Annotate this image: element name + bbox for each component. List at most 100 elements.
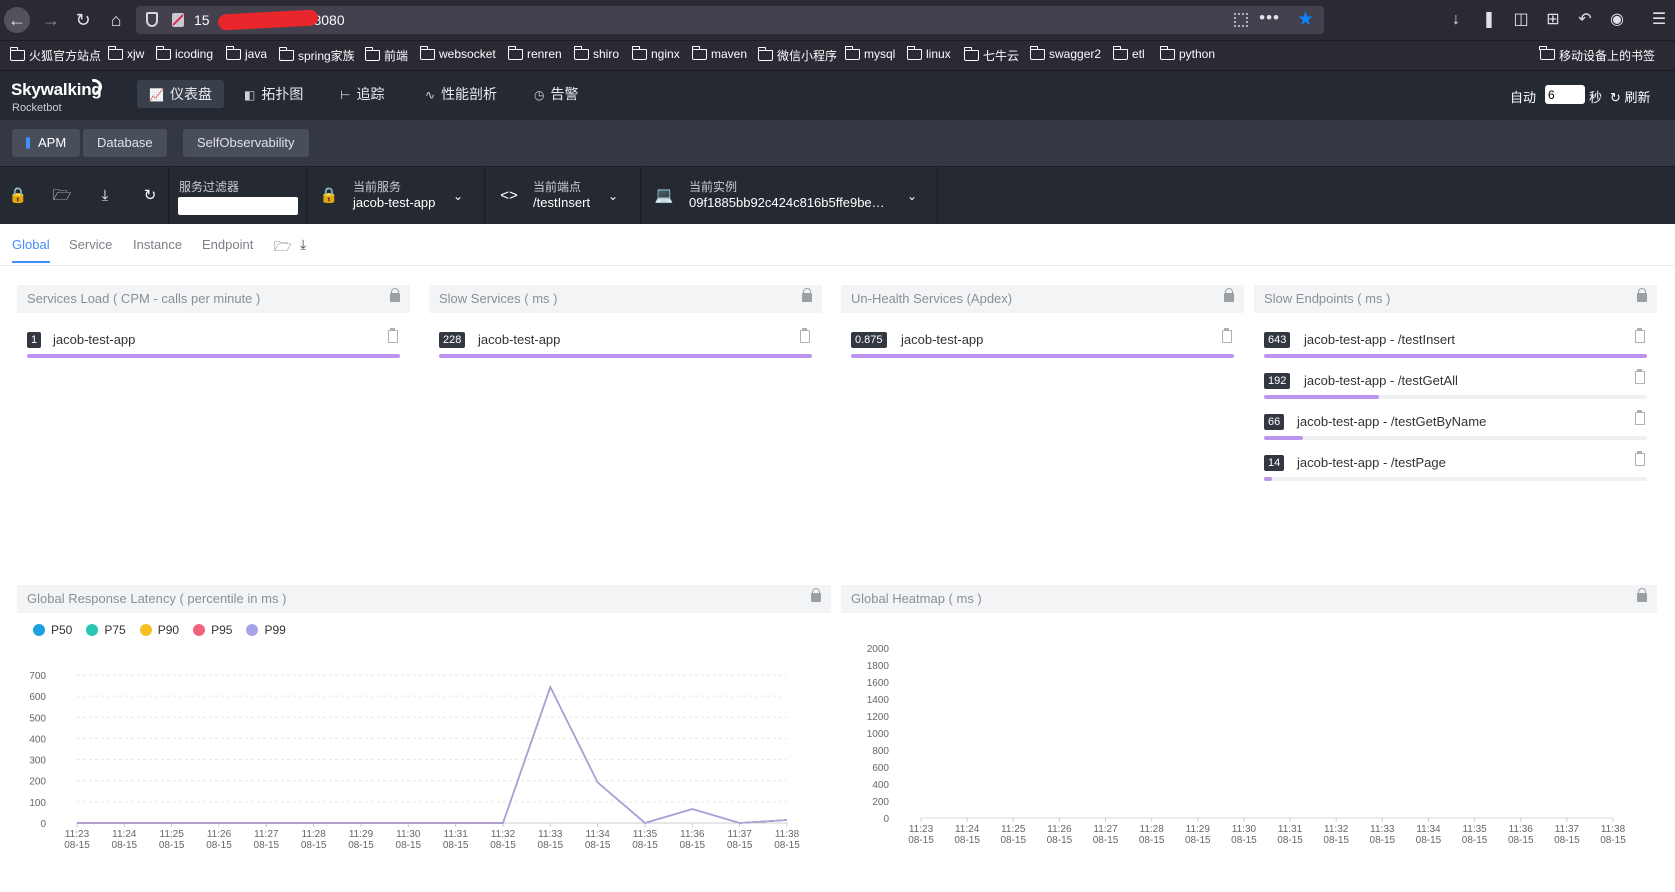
insecure-lock-icon[interactable] bbox=[172, 13, 184, 27]
menu-alarm[interactable]: ◷ 告警 bbox=[522, 80, 590, 108]
folder-icon[interactable]: 🗁 bbox=[274, 236, 291, 260]
refresh-interval-input[interactable] bbox=[1545, 85, 1585, 104]
current-service-select[interactable]: jacob-test-app bbox=[353, 195, 435, 210]
item-name: jacob-test-app - /testGetAll bbox=[1304, 373, 1458, 388]
service-filter-input[interactable] bbox=[178, 197, 298, 215]
qr-code-icon[interactable] bbox=[1234, 13, 1248, 27]
bookmark-folder[interactable]: renren bbox=[507, 45, 562, 61]
tab-instance[interactable]: Instance bbox=[133, 237, 182, 252]
folder-icon bbox=[691, 45, 707, 60]
bookmark-folder[interactable]: swagger2 bbox=[1029, 45, 1101, 61]
tab-selfobservability[interactable]: SelfObservability bbox=[183, 129, 309, 157]
unhealth-services-panel: Un-Health Services (Apdex) 0.875 jacob-t… bbox=[841, 285, 1244, 565]
list-item[interactable]: 0.875 jacob-test-app bbox=[851, 325, 1234, 365]
series-line-p99 bbox=[77, 685, 788, 824]
menu-trace[interactable]: ⊢ 追踪 bbox=[328, 80, 396, 108]
home-icon[interactable]: ⌂ bbox=[103, 7, 129, 33]
folder-open-icon[interactable]: 🗁 bbox=[52, 187, 72, 205]
divider bbox=[937, 167, 938, 225]
bar-fill bbox=[439, 354, 812, 358]
list-item[interactable]: 228 jacob-test-app bbox=[439, 325, 812, 365]
menu-profiling[interactable]: ∿ 性能剖析 bbox=[413, 80, 509, 108]
list-item[interactable]: 66 jacob-test-app - /testGetByName bbox=[1264, 407, 1647, 447]
menu-dashboard[interactable]: 📈 仪表盘 bbox=[137, 80, 224, 108]
clipboard-icon[interactable] bbox=[800, 328, 810, 343]
tab-database[interactable]: Database bbox=[83, 129, 167, 157]
library-icon[interactable]: ❚ bbox=[1478, 9, 1500, 31]
tracking-shield-icon[interactable] bbox=[146, 12, 158, 27]
lock-icon[interactable] bbox=[1224, 288, 1234, 302]
hamburger-menu-icon[interactable]: ☰ bbox=[1648, 9, 1670, 31]
list-item[interactable]: 643 jacob-test-app - /testInsert bbox=[1264, 325, 1647, 365]
list-item[interactable]: 1 jacob-test-app bbox=[27, 325, 400, 365]
folder-icon bbox=[278, 47, 294, 61]
download-icon[interactable]: ⤓ bbox=[300, 236, 306, 253]
bookmark-folder[interactable]: java bbox=[225, 45, 267, 61]
bookmark-folder[interactable]: 前端 bbox=[364, 47, 408, 64]
bookmark-folder[interactable]: 微信小程序 bbox=[757, 47, 837, 64]
lock-icon[interactable] bbox=[1637, 288, 1647, 302]
download-icon[interactable]: ↓ bbox=[1445, 9, 1467, 31]
bookmark-folder[interactable]: nginx bbox=[631, 45, 680, 61]
current-instance-label: 当前实例 bbox=[689, 180, 738, 194]
undo-icon[interactable]: ↶ bbox=[1574, 9, 1596, 31]
list-item[interactable]: 14 jacob-test-app - /testPage bbox=[1264, 448, 1647, 488]
bookmark-folder[interactable]: mysql bbox=[844, 45, 895, 61]
reload-icon[interactable]: ↻ bbox=[140, 187, 160, 205]
screenshot-icon[interactable]: ⊞ bbox=[1542, 9, 1564, 31]
clipboard-icon[interactable] bbox=[1635, 328, 1645, 343]
menu-topology[interactable]: ◧ 拓扑图 bbox=[232, 80, 315, 108]
bookmark-folder[interactable]: xjw bbox=[107, 45, 144, 61]
more-actions-icon[interactable]: ••• bbox=[1259, 8, 1280, 28]
clipboard-icon[interactable] bbox=[1635, 410, 1645, 425]
x-tick-label: 11:34 bbox=[1416, 824, 1441, 835]
chevron-down-icon[interactable]: ⌄ bbox=[907, 189, 917, 203]
list-item[interactable]: 192 jacob-test-app - /testGetAll bbox=[1264, 366, 1647, 406]
clipboard-icon[interactable] bbox=[388, 328, 398, 343]
bookmark-folder[interactable]: maven bbox=[691, 45, 747, 61]
chevron-down-icon[interactable]: ⌄ bbox=[608, 189, 618, 203]
bookmark-folder[interactable]: etl bbox=[1112, 45, 1145, 61]
bookmark-folder[interactable]: icoding bbox=[155, 45, 213, 61]
x-tick-label: 08-15 bbox=[159, 840, 185, 851]
slow-services-panel: Slow Services ( ms ) 228 jacob-test-app bbox=[429, 285, 822, 565]
refresh-button[interactable]: ↻ 刷新 bbox=[1610, 87, 1651, 106]
tab-apm[interactable]: APM bbox=[12, 129, 81, 157]
bookmark-folder[interactable]: python bbox=[1159, 45, 1215, 61]
chevron-down-icon[interactable]: ⌄ bbox=[453, 189, 463, 203]
x-tick-label: 11:31 bbox=[1278, 824, 1303, 835]
lock-icon[interactable]: 🔒 bbox=[8, 187, 28, 205]
lock-icon[interactable] bbox=[802, 288, 812, 302]
value-badge: 0.875 bbox=[851, 332, 887, 348]
tab-global[interactable]: Global bbox=[12, 237, 50, 263]
clipboard-icon[interactable] bbox=[1635, 451, 1645, 466]
bookmark-star-icon[interactable]: ★ bbox=[1297, 8, 1314, 31]
sidebar-icon[interactable]: ◫ bbox=[1510, 9, 1532, 31]
clipboard-icon[interactable] bbox=[1635, 369, 1645, 384]
x-tick-label: 08-15 bbox=[1000, 835, 1026, 846]
auto-refresh-toggle[interactable]: 自动 bbox=[1510, 87, 1536, 106]
bookmark-folder[interactable]: websocket bbox=[419, 45, 496, 61]
bookmark-folder[interactable]: 七牛云 bbox=[963, 47, 1019, 64]
current-endpoint-select[interactable]: /testInsert bbox=[533, 195, 590, 210]
account-icon[interactable]: ◉ bbox=[1606, 9, 1628, 31]
forward-icon[interactable]: → bbox=[38, 7, 64, 33]
back-icon[interactable]: ← bbox=[4, 7, 30, 33]
current-instance-select[interactable]: 09f1885bb92c424c816b5ffe9be… bbox=[689, 195, 885, 210]
lock-icon[interactable] bbox=[390, 288, 400, 302]
value-badge: 192 bbox=[1264, 373, 1291, 389]
bookmark-folder[interactable]: spring家族 bbox=[278, 47, 355, 64]
layer-tabs: APM Database SelfObservability bbox=[0, 120, 1675, 166]
address-bar[interactable]: 15:8080 ••• ★ bbox=[136, 6, 1324, 34]
bookmark-folder[interactable]: 火狐官方站点 bbox=[9, 47, 101, 64]
folder-icon bbox=[631, 45, 647, 60]
y-tick-label: 0 bbox=[40, 819, 46, 830]
mobile-bookmarks[interactable]: 移动设备上的书签 bbox=[1539, 46, 1655, 64]
bookmark-folder[interactable]: linux bbox=[906, 45, 951, 61]
bookmark-folder[interactable]: shiro bbox=[573, 45, 619, 61]
reload-icon[interactable]: ↻ bbox=[70, 7, 96, 33]
tab-service[interactable]: Service bbox=[69, 237, 112, 252]
clipboard-icon[interactable] bbox=[1222, 328, 1232, 343]
tab-endpoint[interactable]: Endpoint bbox=[202, 237, 253, 252]
download-icon[interactable]: ⤓ bbox=[95, 187, 115, 205]
